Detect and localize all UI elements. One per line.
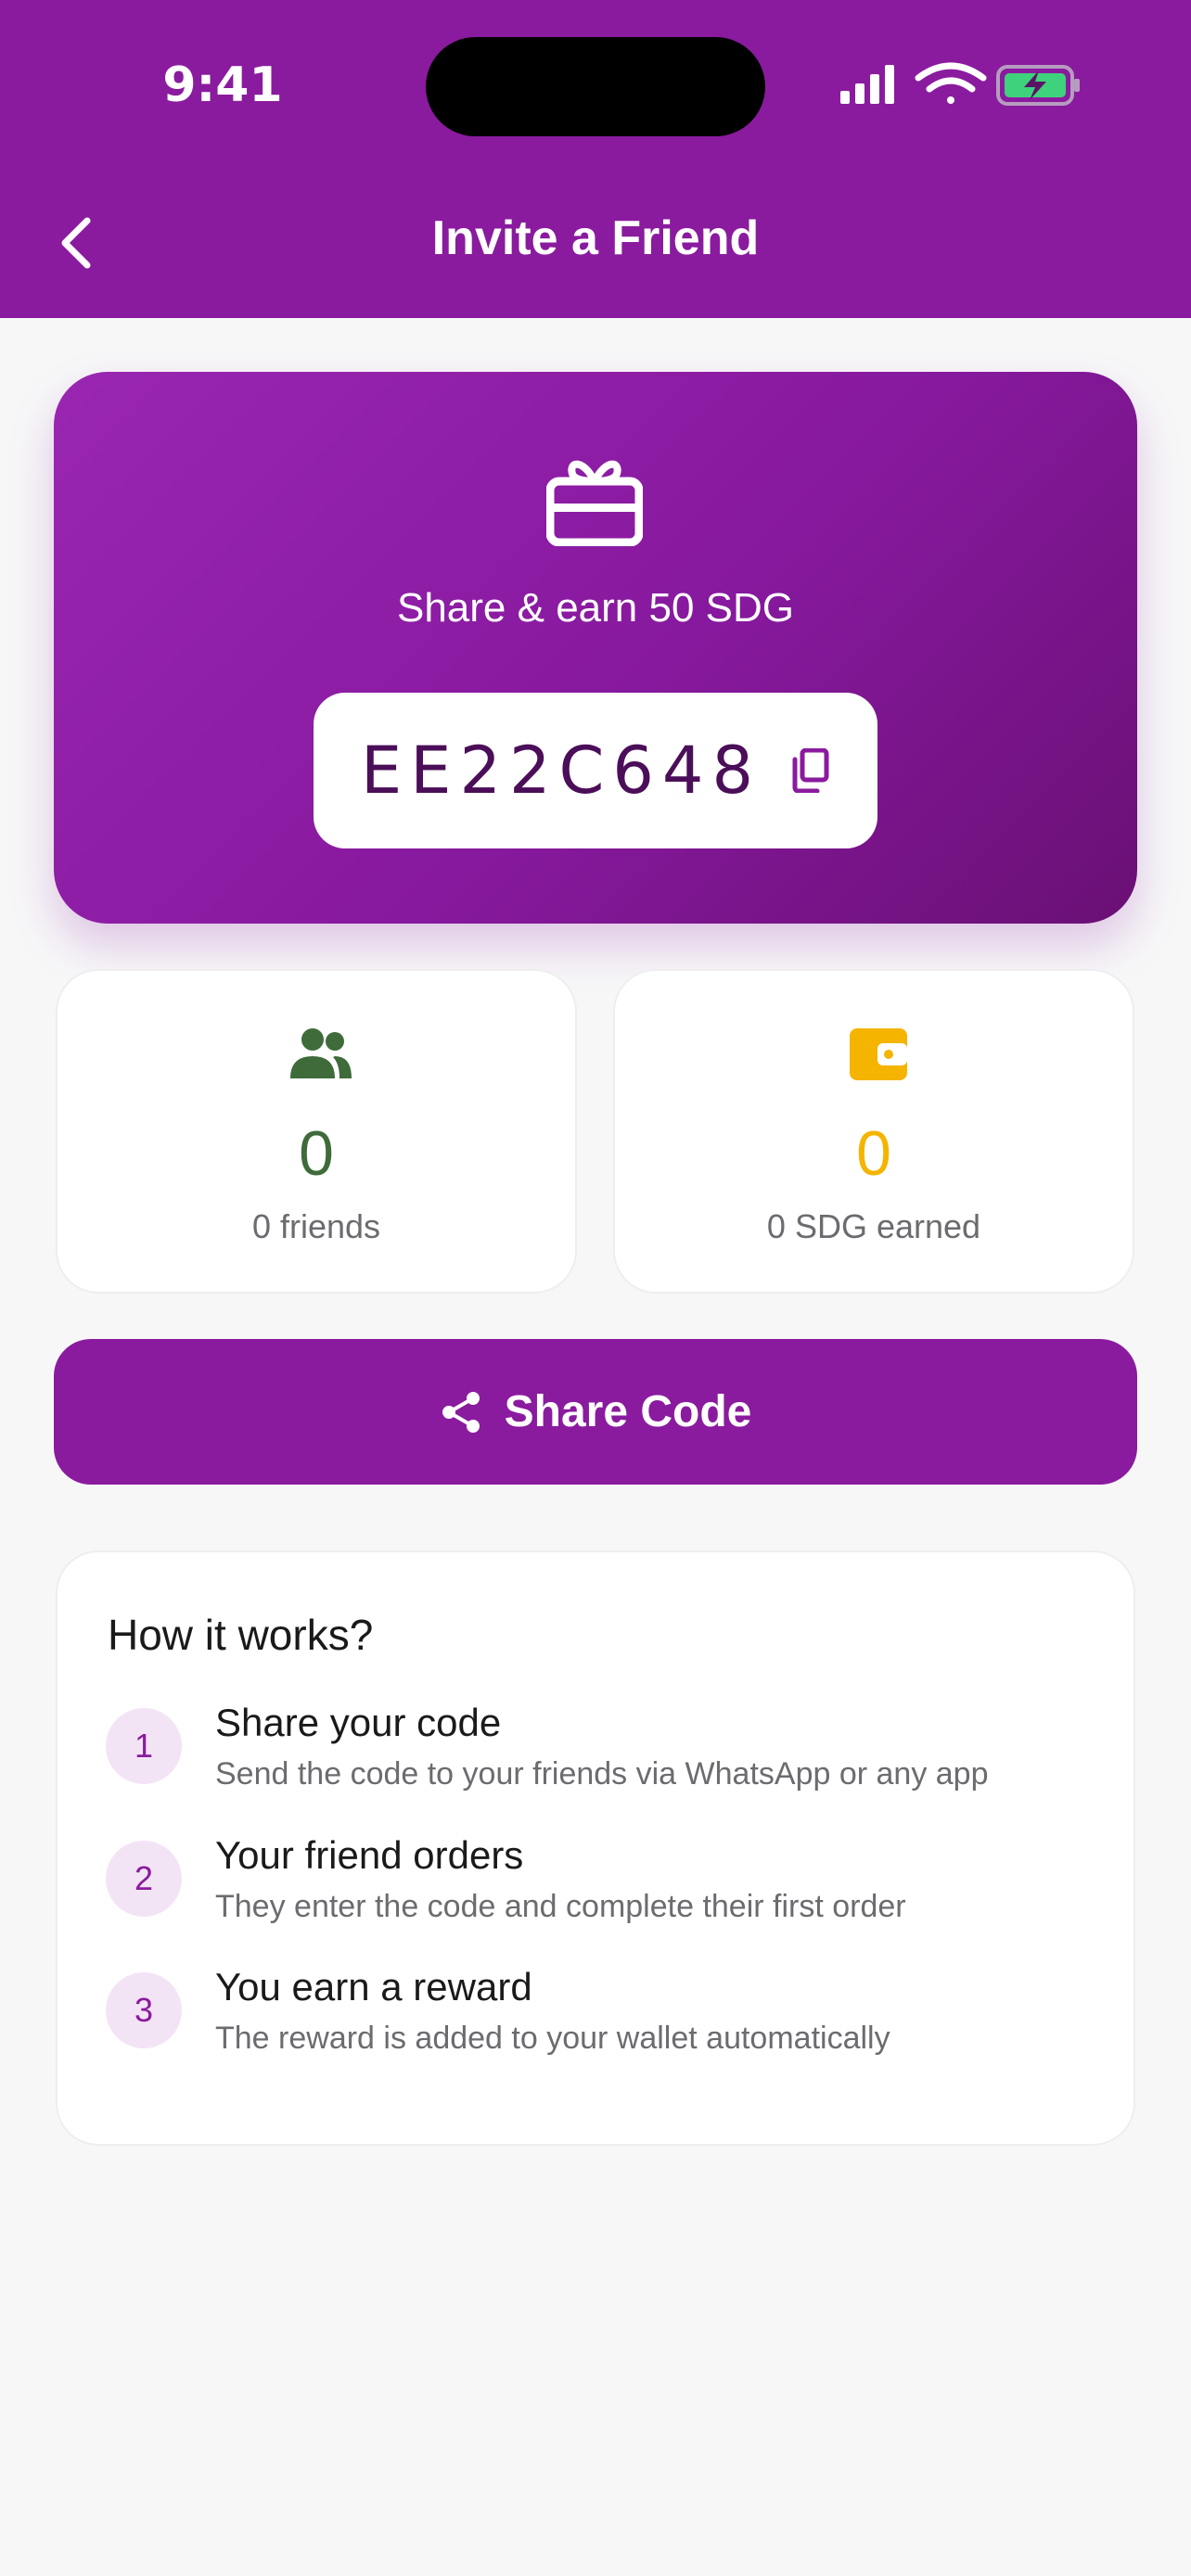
step-item: 2 Your friend orders They enter the code… (106, 1833, 1108, 1935)
step-item: 1 Share your code Send the code to your … (106, 1701, 1108, 1803)
share-icon (442, 1391, 480, 1433)
friends-label: 0 friends (251, 1207, 381, 1245)
users-icon (290, 1028, 352, 1078)
gift-icon (546, 460, 643, 546)
referral-code: EE22C648 (360, 733, 762, 809)
step-description: The reward is added to your wallet autom… (215, 2021, 890, 2056)
step-number-badge: 3 (106, 1972, 182, 2048)
wallet-icon (850, 1028, 907, 1080)
status-time: 9:41 (162, 57, 283, 113)
earned-stat-card: 0 0 SDG earned (613, 969, 1134, 1294)
step-description: Send the code to your friends via WhatsA… (215, 1756, 989, 1792)
step-title: You earn a reward (215, 1965, 532, 2009)
copy-icon[interactable] (789, 748, 830, 793)
promo-text: Share & earn 50 SDG (396, 585, 794, 631)
share-code-label: Share Code (504, 1387, 752, 1436)
step-description: They enter the code and complete their f… (215, 1889, 906, 1924)
app-header: 9:41 Invite a Friend (0, 0, 1191, 318)
wifi-icon (915, 62, 987, 104)
page-title: Invite a Friend (431, 211, 760, 265)
battery-icon (996, 65, 1080, 106)
step-number-badge: 1 (106, 1708, 182, 1784)
dynamic-island (426, 37, 765, 136)
step-item: 3 You earn a reward The reward is added … (106, 1965, 1108, 2067)
step-title: Your friend orders (215, 1833, 524, 1877)
step-number-badge: 2 (106, 1841, 182, 1917)
promo-card: Share & earn 50 SDG EE22C648 (54, 372, 1137, 924)
earned-amount: 0 (856, 1118, 891, 1189)
share-code-button[interactable]: Share Code (54, 1339, 1137, 1485)
status-icons (840, 62, 1080, 106)
how-it-works-card: How it works? 1 Share your code Send the… (56, 1550, 1135, 2146)
earned-label: 0 SDG earned (766, 1207, 981, 1245)
how-it-works-title: How it works? (108, 1611, 374, 1659)
cellular-signal-icon (840, 65, 894, 104)
referral-code-box[interactable]: EE22C648 (314, 693, 877, 848)
step-title: Share your code (215, 1701, 502, 1744)
friends-stat-card: 0 0 friends (56, 969, 577, 1294)
friends-count: 0 (299, 1118, 334, 1189)
